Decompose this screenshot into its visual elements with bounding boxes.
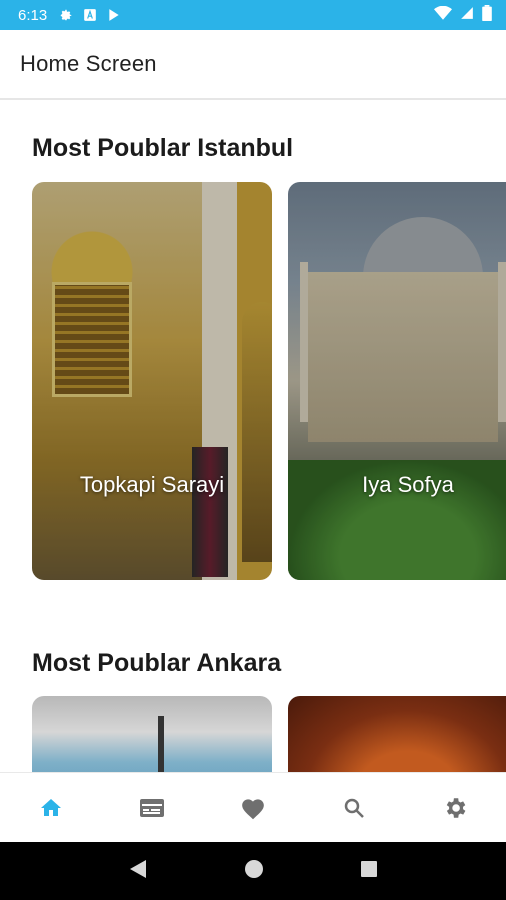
status-time: 6:13	[18, 6, 48, 24]
place-card-label: Topkapi Sarayi	[79, 472, 225, 497]
section-title-ankara: Most Poublar Ankara	[32, 649, 282, 677]
settings-icon	[447, 797, 466, 818]
nav-settings[interactable]	[435, 788, 475, 828]
back-icon[interactable]	[128, 858, 148, 885]
app-bar: Home Screen	[0, 30, 506, 100]
heart-icon	[242, 798, 264, 819]
app-a-icon	[83, 8, 97, 22]
status-bar: 6:13	[0, 0, 506, 30]
nav-cards[interactable]	[132, 788, 172, 828]
play-store-icon	[107, 8, 121, 22]
search-icon	[344, 798, 365, 818]
home-icon	[40, 798, 61, 816]
status-right-icons	[434, 4, 492, 26]
section-title-istanbul: Most Poublar Istanbul	[32, 134, 294, 162]
home-content[interactable]: Most Poublar Istanbul Topkapi Sarayi Iya…	[0, 102, 506, 772]
settings-notification-icon	[59, 8, 73, 22]
place-card-ankara-2[interactable]	[288, 696, 506, 772]
card-icon	[139, 798, 164, 817]
card-image-detail	[158, 716, 164, 772]
place-card-topkapi[interactable]: Topkapi Sarayi	[32, 182, 272, 580]
signal-icon	[460, 6, 474, 25]
place-card-iya-sofya[interactable]: Iya Sofya	[288, 182, 506, 580]
home-button-icon[interactable]	[244, 859, 264, 884]
nav-favorites[interactable]	[233, 788, 273, 828]
battery-icon	[482, 4, 492, 26]
place-card-label: Iya Sofya	[362, 472, 454, 497]
nav-search[interactable]	[334, 788, 374, 828]
place-card-ankara-1[interactable]	[32, 696, 272, 772]
recents-icon[interactable]	[360, 860, 378, 883]
system-navigation-bar	[0, 842, 506, 900]
wifi-icon	[434, 5, 452, 25]
carousel-ankara[interactable]	[32, 696, 506, 772]
page-title: Home Screen	[20, 51, 157, 76]
status-left-icons	[59, 8, 121, 22]
carousel-istanbul[interactable]: Topkapi Sarayi Iya Sofya	[32, 182, 506, 580]
nav-home[interactable]	[31, 788, 71, 828]
bottom-navigation	[0, 772, 506, 842]
